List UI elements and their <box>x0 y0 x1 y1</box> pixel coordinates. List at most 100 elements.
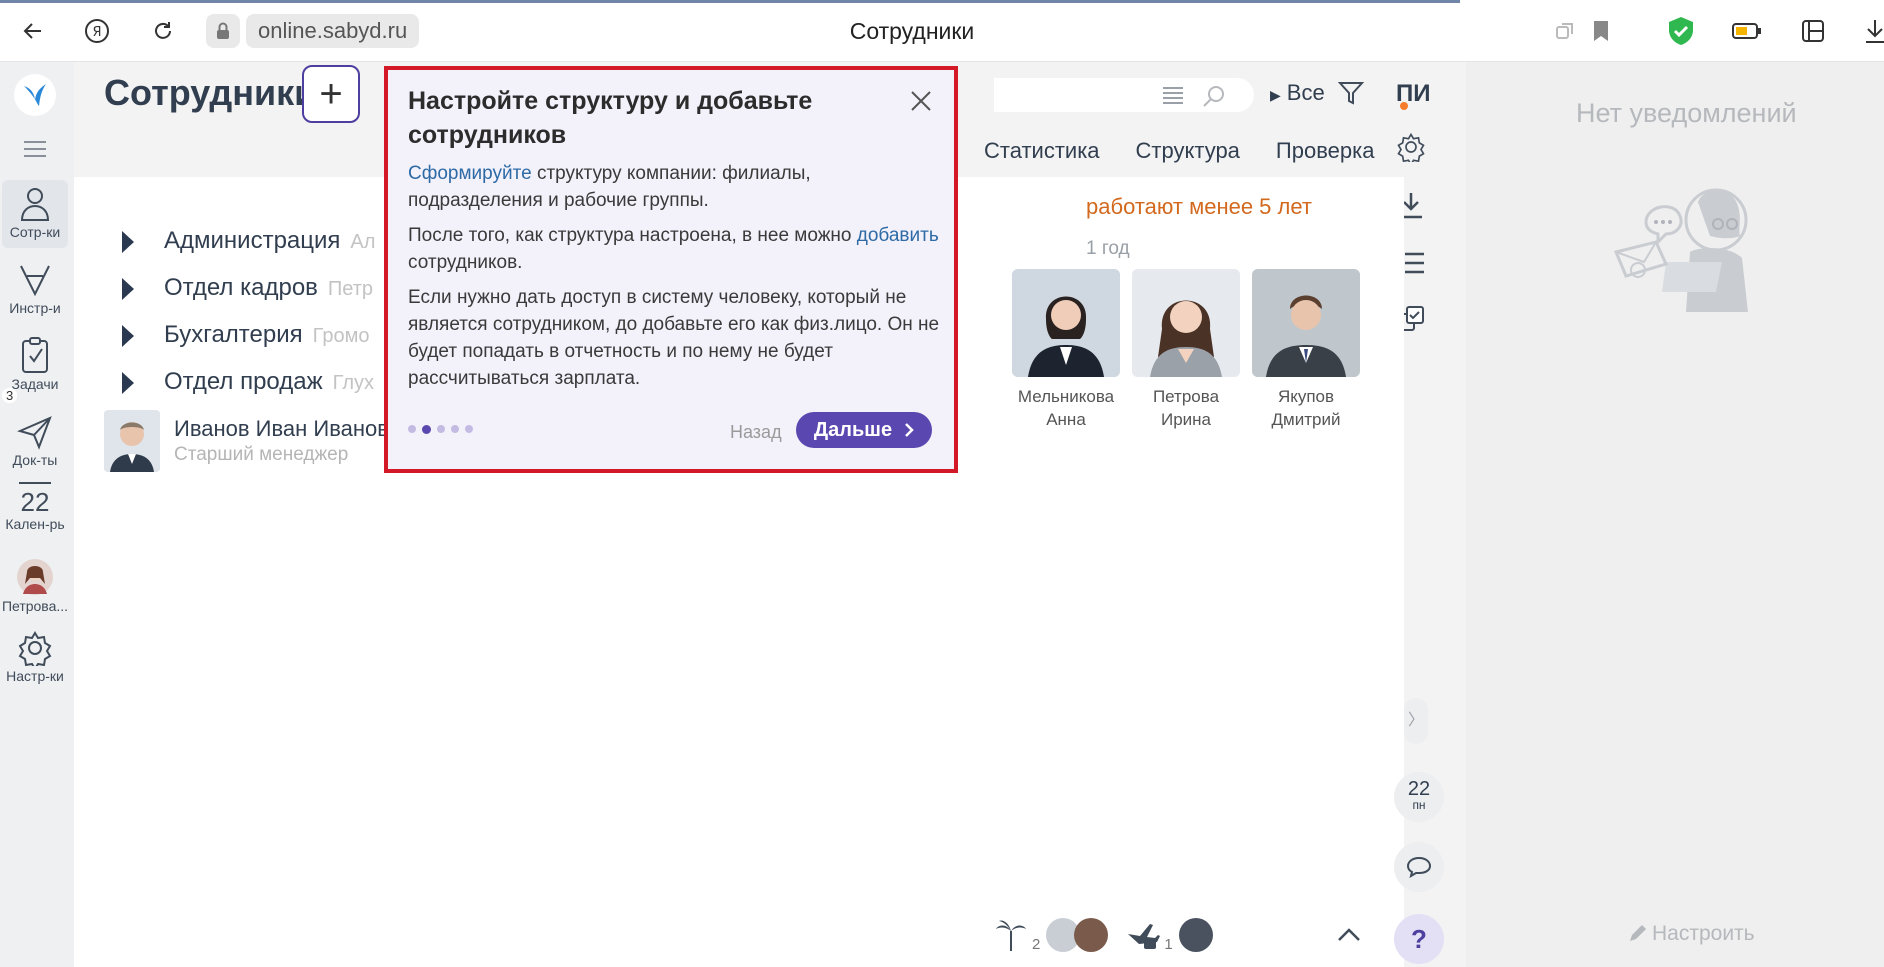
next-button[interactable]: Дальше <box>796 412 932 448</box>
date-button[interactable]: 22 пн <box>1394 772 1444 822</box>
search-icon[interactable] <box>1202 84 1226 108</box>
employee-card-name: Мельникова Анна <box>1017 387 1115 429</box>
popup-title: Настройте структуру и добавьте сотрудник… <box>408 87 813 149</box>
form-structure-link[interactable]: Сформируйте <box>408 163 532 184</box>
filter-icon[interactable] <box>1337 80 1365 111</box>
tree-item-label: Отдел кадров <box>164 274 318 301</box>
tree-item-label: Администрация <box>164 227 341 254</box>
nav-label: Петрова... <box>1 598 69 614</box>
app-logo[interactable] <box>0 72 70 120</box>
tree-item-head: Ал <box>350 231 376 253</box>
online-indicator <box>1400 102 1408 110</box>
nav-item-settings[interactable]: Настр-ки <box>0 630 70 684</box>
extensions-icon[interactable] <box>1796 14 1830 48</box>
tree-item-label: Отдел продаж <box>164 368 323 395</box>
trip-count: 1 <box>1164 935 1173 953</box>
loading-bar <box>0 0 1460 3</box>
nav-item-calendar[interactable]: 22 Кален-рь <box>0 482 70 532</box>
all-filter-button[interactable]: ▶ Все <box>1270 80 1325 106</box>
onboarding-popup: Настройте структуру и добавьте сотрудник… <box>384 66 958 473</box>
bookmark-icon[interactable] <box>1584 14 1618 48</box>
tab-statistics[interactable]: Статистика <box>984 138 1100 164</box>
avatar[interactable] <box>1178 918 1213 952</box>
tab-check[interactable]: Проверка <box>1276 138 1375 164</box>
business-trip-icon[interactable] <box>1126 920 1161 950</box>
popup-paragraph: Если нужно дать доступ в систему человек… <box>408 287 940 389</box>
expand-panel-button[interactable]: 〉 <box>1404 698 1428 744</box>
add-employees-link[interactable]: добавить <box>857 225 939 246</box>
expand-arrow-icon[interactable] <box>122 277 134 300</box>
search-input[interactable] <box>994 78 1254 112</box>
tree-item-hr[interactable]: Отдел кадров Петр <box>122 274 373 302</box>
nav-item-documents[interactable]: Док-ты <box>0 414 70 468</box>
people-icon <box>20 188 50 221</box>
tree-item-label: Бухгалтерия <box>164 321 303 348</box>
step-dot[interactable] <box>437 425 445 433</box>
tree-item-head: Громо <box>312 325 370 347</box>
nav-item-employees[interactable]: Сотр-ки <box>2 180 68 248</box>
vacation-count: 2 <box>1032 935 1041 953</box>
avatar <box>1132 269 1240 377</box>
back-button[interactable]: Назад <box>730 422 782 443</box>
employee-card-name: Петрова Ирина <box>1152 387 1220 429</box>
empty-notifications-illustration <box>1613 188 1748 312</box>
expand-arrow-icon[interactable] <box>122 230 134 253</box>
hamburger-menu-icon[interactable] <box>0 140 70 160</box>
employee-card[interactable]: Мельникова Анна <box>1012 269 1120 431</box>
close-icon[interactable] <box>908 88 934 114</box>
nav-item-profile[interactable]: Петрова... <box>0 558 70 614</box>
chat-icon <box>1406 856 1432 878</box>
employee-card[interactable]: Петрова Ирина <box>1132 269 1240 431</box>
send-icon <box>17 416 52 450</box>
add-employee-button[interactable]: + <box>302 65 360 123</box>
tree-item-administration[interactable]: Администрация Ал <box>122 227 375 255</box>
avatar[interactable] <box>1074 918 1109 952</box>
anniversary-year: 1 год <box>1086 238 1130 259</box>
tree-item-head: Петр <box>327 278 374 300</box>
notifications-panel: Нет уведомлений Настроить <box>1466 62 1884 967</box>
avatar <box>1252 269 1360 377</box>
step-dot[interactable] <box>465 425 473 433</box>
step-dot-active[interactable] <box>422 425 431 434</box>
tasks-icon <box>22 337 48 373</box>
bottom-bar: 2 1 <box>994 910 1424 960</box>
calendar-day: 22 <box>20 487 50 517</box>
download-icon[interactable] <box>1858 14 1884 48</box>
nav-item-tasks[interactable]: Задачи <box>0 336 70 392</box>
next-label: Дальше <box>813 418 893 441</box>
nav-label: Сотр-ки <box>9 224 61 240</box>
expand-arrow-icon[interactable] <box>122 371 134 394</box>
tabs-icon[interactable] <box>1548 14 1582 48</box>
chat-button[interactable] <box>1394 842 1444 892</box>
configure-notifications-button[interactable]: Настроить <box>1628 922 1755 946</box>
gear-icon[interactable] <box>1394 130 1428 164</box>
list-view-icon[interactable] <box>1162 86 1184 104</box>
popup-paragraph: После того, как структура настроена, в н… <box>408 225 939 273</box>
all-filter-label: Все <box>1286 80 1325 105</box>
employee-name: Иванов Иван Иванов <box>174 416 389 441</box>
step-dot[interactable] <box>408 425 416 433</box>
step-dot[interactable] <box>451 425 459 433</box>
browser-toolbar: Я online.sabyd.ru Сотрудники <box>0 0 1884 62</box>
nav-item-instruments[interactable]: Инстр-и <box>0 262 70 316</box>
vacation-icon[interactable] <box>994 917 1028 953</box>
employee-card[interactable]: Якупов Дмитрий <box>1252 269 1360 431</box>
shield-icon[interactable] <box>1664 14 1698 48</box>
nav-label: Настр-ки <box>6 668 64 684</box>
popup-paragraph: Сформируйте структуру компании: филиалы,… <box>408 163 811 211</box>
anniversary-title[interactable]: работают менее 5 лет <box>1086 194 1312 220</box>
battery-icon[interactable] <box>1730 14 1764 48</box>
tree-item-accounting[interactable]: Бухгалтерия Громо <box>122 321 369 349</box>
tree-item-sales[interactable]: Отдел продаж Глух <box>122 368 374 396</box>
caret-right-icon: ▶ <box>1270 87 1281 103</box>
date-day: 22 <box>1407 778 1431 800</box>
nav-label: Кален-рь <box>5 516 65 532</box>
employee-card-name: Якупов Дмитрий <box>1271 387 1341 429</box>
chevron-right-icon <box>905 423 914 437</box>
date-weekday: пн <box>1412 798 1426 812</box>
expand-arrow-icon[interactable] <box>122 324 134 347</box>
tasks-count-badge: 3 <box>2 388 18 403</box>
nav-label: Инстр-и <box>9 300 61 316</box>
tab-structure[interactable]: Структура <box>1136 138 1240 164</box>
chevron-up-icon[interactable] <box>1337 928 1361 942</box>
